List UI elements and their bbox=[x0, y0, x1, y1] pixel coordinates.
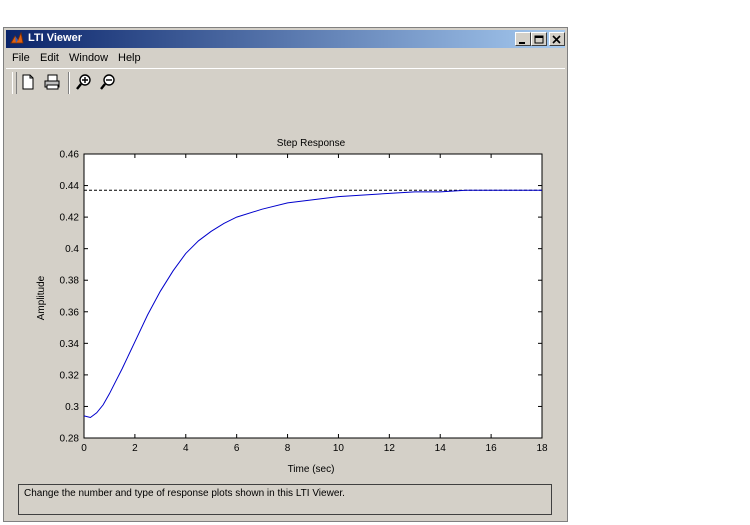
status-text: Change the number and type of response p… bbox=[24, 488, 345, 499]
y-tick-label: 0.34 bbox=[60, 339, 80, 350]
y-tick-label: 0.42 bbox=[60, 213, 80, 224]
x-tick-label: 8 bbox=[285, 443, 291, 454]
status-bar: Change the number and type of response p… bbox=[18, 484, 552, 515]
x-tick-label: 2 bbox=[132, 443, 138, 454]
y-axis-label: Amplitude bbox=[36, 275, 47, 320]
chart-title: Step Response bbox=[277, 138, 346, 149]
x-tick-label: 0 bbox=[81, 443, 87, 454]
y-tick-label: 0.3 bbox=[65, 402, 79, 413]
y-tick-label: 0.32 bbox=[60, 370, 80, 381]
plot-axes-box bbox=[83, 153, 543, 439]
lti-viewer-window: LTI Viewer File Edit Window Help Step Re… bbox=[3, 27, 568, 522]
x-tick-label: 6 bbox=[234, 443, 240, 454]
y-tick-label: 0.28 bbox=[60, 434, 80, 445]
x-tick-label: 14 bbox=[435, 443, 447, 454]
y-tick-label: 0.38 bbox=[60, 276, 80, 287]
x-tick-label: 18 bbox=[536, 443, 548, 454]
x-tick-label: 12 bbox=[384, 443, 396, 454]
y-tick-label: 0.46 bbox=[60, 150, 80, 161]
x-tick-label: 16 bbox=[486, 443, 498, 454]
y-tick-label: 0.36 bbox=[60, 307, 80, 318]
y-tick-label: 0.4 bbox=[65, 244, 79, 255]
x-tick-label: 10 bbox=[333, 443, 345, 454]
x-tick-label: 4 bbox=[183, 443, 189, 454]
x-axis-label: Time (sec) bbox=[288, 464, 335, 475]
step-response-plot[interactable]: Step Response 0 2 4 6 8 10 12 14 16 18 0.28 0.3 0.32… bbox=[4, 28, 567, 483]
y-tick-label: 0.44 bbox=[60, 181, 80, 192]
